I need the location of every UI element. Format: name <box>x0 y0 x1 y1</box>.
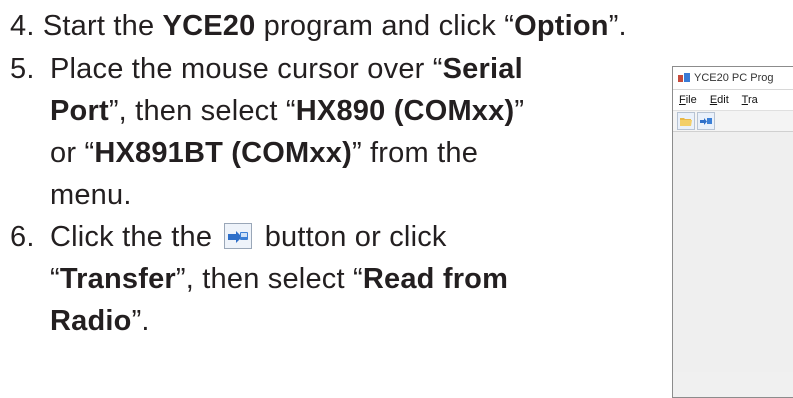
transfer-icon <box>224 223 253 249</box>
step-4-line-1: Start the YCE20 program and click “Optio… <box>42 10 627 42</box>
menu-transfer[interactable]: Tra <box>742 94 758 106</box>
step-5-line-4: menu. <box>50 179 132 211</box>
open-folder-icon[interactable] <box>677 112 695 130</box>
step-5-line-2: Port”, then select “HX890 (COMxx)” <box>50 95 525 127</box>
radio-app-icon <box>677 70 691 89</box>
app-menubar: File Edit Tra <box>673 90 793 110</box>
app-title: YCE20 PC Prog <box>694 72 774 84</box>
transfer-icon[interactable] <box>697 112 715 130</box>
step-5-line-3: or “HX891BT (COMxx)” from the <box>50 137 479 169</box>
menu-edit[interactable]: Edit <box>710 94 729 106</box>
step-number: 5. <box>10 53 35 85</box>
app-workspace <box>673 132 793 372</box>
step-5-line-1: Place the mouse cursor over “Serial <box>50 53 523 85</box>
step-6-line-1: Click the the button or click <box>50 221 447 253</box>
yce20-app-window: YCE20 PC Prog File Edit Tra <box>672 66 793 398</box>
menu-file[interactable]: File <box>679 94 697 106</box>
step-6: 6. <box>10 217 35 257</box>
step-6-line-3: Radio”. <box>50 305 150 337</box>
step-4: 4. Start the YCE20 program and click “Op… <box>10 6 793 46</box>
step-number: 6. <box>10 221 35 253</box>
app-titlebar: YCE20 PC Prog <box>673 67 793 90</box>
step-number: 4. <box>10 10 35 42</box>
app-toolbar <box>673 110 793 132</box>
step-5: 5. <box>10 49 35 89</box>
step-6-line-2: “Transfer”, then select “Read from <box>50 263 509 295</box>
